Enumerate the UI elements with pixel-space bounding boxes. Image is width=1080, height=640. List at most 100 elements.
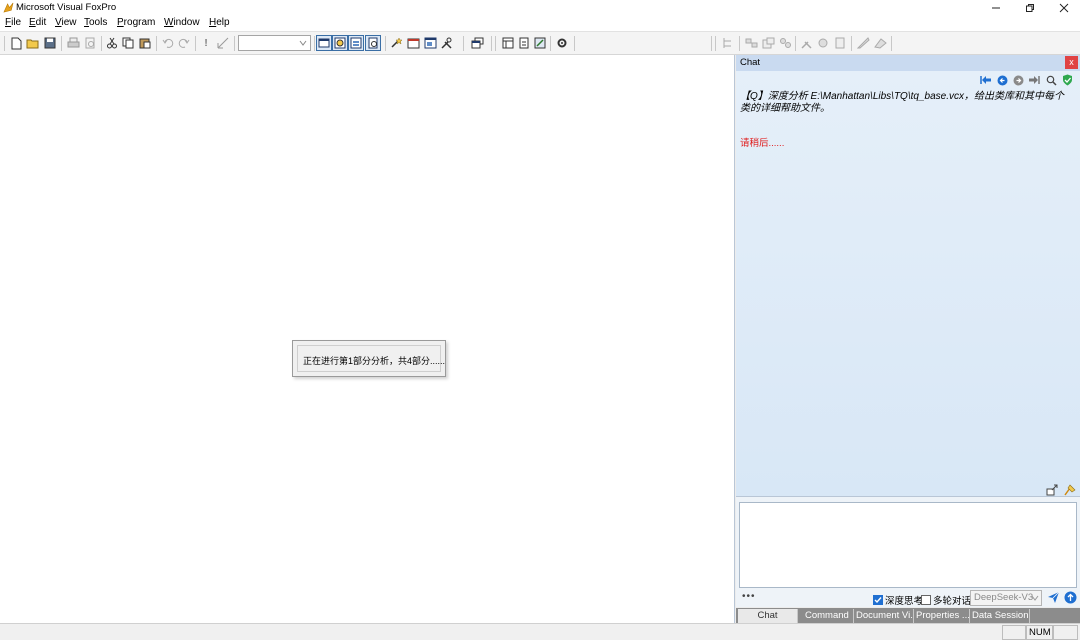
wizard-icon[interactable]	[388, 35, 404, 51]
menu-window[interactable]: Window	[164, 17, 200, 28]
redo-icon[interactable]	[176, 35, 192, 51]
object-browser-icon[interactable]	[777, 35, 793, 51]
progress-dialog: 正在进行第1部分分析，共4部分......	[292, 340, 446, 377]
debugger-icon[interactable]	[815, 35, 831, 51]
chat-close-button[interactable]: x	[1065, 56, 1078, 69]
toolbar-separator	[61, 36, 62, 51]
standard-toolbar: !	[0, 31, 1080, 55]
question-message: 【Q】深度分析 E:\Manhattan\Libs\TQ\tq_base.vcx…	[740, 91, 1064, 114]
shield-icon[interactable]	[1061, 74, 1073, 86]
align-tree-icon[interactable]	[720, 35, 736, 51]
toolbar-separator	[495, 36, 496, 51]
toolbar-separator	[574, 36, 575, 51]
toolbar-separator	[711, 36, 712, 51]
new-file-icon[interactable]	[8, 35, 24, 51]
coverage-icon[interactable]	[832, 35, 848, 51]
menu-tools[interactable]: Tools	[84, 17, 107, 28]
export-icon[interactable]	[1046, 483, 1059, 496]
restore-icon	[1026, 4, 1034, 12]
last-page-icon[interactable]	[1028, 74, 1040, 86]
upload-icon[interactable]	[1064, 591, 1077, 604]
report-designer-icon[interactable]	[365, 35, 381, 51]
status-bar: NUM	[0, 623, 1080, 640]
title-bar: Microsoft Visual FoxPro	[0, 0, 1080, 16]
toolbar-separator	[101, 36, 102, 51]
tools-icon[interactable]	[798, 35, 814, 51]
window-cascade-icon[interactable]	[469, 35, 485, 51]
paste-icon[interactable]	[137, 35, 153, 51]
chevron-down-icon	[1031, 595, 1039, 601]
restore-button[interactable]	[1013, 0, 1047, 16]
menu-bar: File Edit View Tools Program Window Help	[0, 16, 1080, 31]
tab-data-session[interactable]: Data Session	[970, 609, 1030, 623]
checkbox-unchecked-icon	[921, 595, 931, 605]
format-icon[interactable]	[872, 35, 888, 51]
chevron-down-icon	[299, 40, 307, 46]
chat-input-area: ••• 深度思考 多轮对话 DeepSeek-V3	[736, 497, 1080, 607]
status-num-lock: NUM	[1026, 625, 1053, 640]
more-options-button[interactable]: •••	[742, 591, 756, 602]
cut-icon[interactable]	[104, 35, 120, 51]
form-icon[interactable]	[516, 35, 532, 51]
undo-icon[interactable]	[160, 35, 176, 51]
toolbar-separator	[385, 36, 386, 51]
command-window-icon[interactable]	[316, 35, 332, 51]
toolbox-icon[interactable]	[438, 35, 454, 51]
foxpro-logo-icon	[3, 2, 14, 13]
first-page-icon[interactable]	[980, 74, 992, 86]
tab-properties[interactable]: Properties ...	[914, 609, 970, 623]
run-icon[interactable]: !	[198, 35, 214, 51]
deep-think-label: 深度思考	[885, 596, 924, 607]
deep-think-checkbox[interactable]: 深度思考	[873, 593, 923, 607]
send-icon[interactable]	[1047, 591, 1060, 604]
toolbar-separator	[491, 36, 492, 51]
menu-file[interactable]: File	[5, 17, 21, 28]
modify-form-icon[interactable]	[215, 35, 231, 51]
tab-chat[interactable]: Chat	[738, 609, 798, 623]
chat-panel: Chat x 【Q】深度分析 E:\Manhattan\Libs\TQ\tq_b…	[734, 55, 1080, 623]
toolbar-separator	[891, 36, 892, 51]
status-cell-empty	[1002, 625, 1026, 640]
class-browser-icon[interactable]	[743, 35, 759, 51]
chat-input[interactable]	[739, 502, 1077, 588]
toolbar-separator	[795, 36, 796, 51]
open-folder-icon[interactable]	[25, 35, 41, 51]
status-cell-empty	[1053, 625, 1078, 640]
tab-command[interactable]: Command	[803, 609, 854, 623]
menu-edit[interactable]: Edit	[29, 17, 46, 28]
model-select[interactable]: DeepSeek-V3	[970, 590, 1042, 606]
toolbar-separator	[851, 36, 852, 51]
data-session-icon[interactable]	[332, 35, 348, 51]
code-references-icon[interactable]	[405, 35, 421, 51]
next-icon[interactable]	[1012, 74, 1024, 86]
menu-program[interactable]: Program	[117, 17, 155, 28]
form-designer-icon[interactable]	[348, 35, 364, 51]
toolbar-separator	[463, 36, 464, 51]
close-window-button[interactable]	[1047, 0, 1080, 16]
layout-icon[interactable]	[500, 35, 516, 51]
builder-icon[interactable]	[532, 35, 548, 51]
chat-header: Chat x	[736, 55, 1080, 71]
minimize-icon	[992, 7, 1000, 9]
toolbar-grip	[4, 36, 5, 51]
checkbox-checked-icon	[873, 595, 883, 605]
settings-icon[interactable]	[554, 35, 570, 51]
properties-icon[interactable]	[422, 35, 438, 51]
clear-icon[interactable]	[1063, 483, 1076, 496]
toolbar-separator	[550, 36, 551, 51]
print-icon[interactable]	[65, 35, 81, 51]
component-gallery-icon[interactable]	[760, 35, 776, 51]
window-title: Microsoft Visual FoxPro	[16, 2, 117, 13]
toolbar-combo[interactable]	[238, 35, 311, 51]
multi-turn-checkbox[interactable]: 多轮对话	[921, 593, 971, 607]
minimize-button[interactable]	[979, 0, 1013, 16]
search-icon[interactable]	[1045, 74, 1057, 86]
copy-icon[interactable]	[120, 35, 136, 51]
print-preview-icon[interactable]	[82, 35, 98, 51]
previous-icon[interactable]	[996, 74, 1008, 86]
draw-icon[interactable]	[855, 35, 871, 51]
menu-view[interactable]: View	[55, 17, 77, 28]
save-icon[interactable]	[42, 35, 58, 51]
menu-help[interactable]: Help	[209, 17, 230, 28]
tab-document-view[interactable]: Document Vi...	[854, 609, 914, 623]
